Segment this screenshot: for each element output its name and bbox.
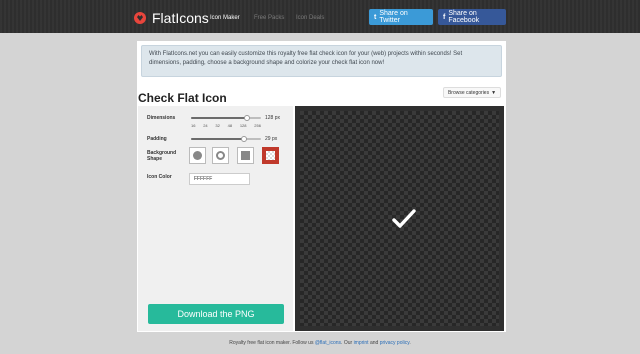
footer-imprint-link[interactable]: imprint bbox=[354, 340, 369, 346]
dimensions-tick-label: 48 bbox=[227, 123, 233, 128]
footer-text-b: . Our bbox=[341, 340, 354, 346]
share-facebook-label: Share on Facebook bbox=[448, 10, 480, 24]
padding-slider-thumb[interactable] bbox=[240, 136, 247, 142]
dimensions-label: Dimensions bbox=[147, 115, 176, 121]
browse-categories-dropdown[interactable]: Browse categories ▼ bbox=[443, 87, 501, 98]
top-navigation-bar: FlatIcons Icon Maker Free Packs Icon Dea… bbox=[0, 0, 640, 33]
shape-circle-option[interactable] bbox=[189, 147, 206, 164]
shape-none-option[interactable] bbox=[262, 147, 279, 164]
footer-privacy-link[interactable]: privacy policy bbox=[380, 340, 410, 346]
square-shape-icon bbox=[241, 151, 250, 160]
nav-icon-maker[interactable]: Icon Maker bbox=[210, 15, 240, 21]
background-shape-label-line-2: Shape bbox=[147, 156, 163, 162]
share-facebook-button[interactable]: f Share on Facebook bbox=[438, 9, 506, 25]
icon-color-label: Icon Color bbox=[147, 174, 172, 180]
main-container: With FlatIcons.net you can easily custom… bbox=[137, 41, 506, 332]
dimensions-tick-label: 24 bbox=[203, 123, 208, 128]
shape-circle-outline-option[interactable] bbox=[212, 147, 229, 164]
check-icon bbox=[392, 209, 416, 228]
transparent-checkerboard bbox=[300, 111, 499, 326]
dimensions-tick-label: 128 bbox=[239, 123, 247, 128]
dimensions-tick-label: 256 bbox=[254, 123, 261, 128]
footer-text-c: and bbox=[368, 340, 380, 346]
padding-value: 29 px bbox=[265, 136, 278, 142]
dimensions-tick-label: 16 bbox=[191, 123, 196, 128]
page-title: Check Flat Icon bbox=[138, 91, 227, 105]
share-twitter-label: Share on Twitter bbox=[379, 10, 408, 24]
circle-shape-icon bbox=[193, 151, 202, 160]
footer-text-a: Royalty free flat icon maker. Follow us bbox=[229, 340, 315, 346]
site-logo[interactable]: FlatIcons bbox=[134, 10, 209, 26]
dimensions-ticks: 16 24 32 48 128 256 bbox=[191, 123, 261, 128]
dimensions-slider-fill bbox=[191, 117, 247, 119]
padding-slider-fill bbox=[191, 138, 244, 140]
icon-color-input[interactable] bbox=[189, 173, 250, 185]
footer-twitter-link[interactable]: @flat_icons bbox=[315, 340, 341, 346]
heart-logo-icon bbox=[134, 12, 146, 24]
circle-outline-shape-icon bbox=[216, 151, 225, 160]
nav-icon-deals[interactable]: Icon Deals bbox=[296, 15, 324, 21]
twitter-icon: t bbox=[374, 13, 377, 21]
facebook-icon: f bbox=[443, 13, 446, 21]
caret-down-icon: ▼ bbox=[491, 89, 497, 96]
controls-panel: Dimensions 128 px 16 24 32 48 128 256 Padding… bbox=[138, 106, 293, 331]
dimensions-tick-label: 32 bbox=[215, 123, 220, 128]
logo-text: FlatIcons bbox=[152, 10, 209, 26]
browse-categories-label: Browse categories bbox=[447, 89, 490, 96]
download-png-button[interactable]: Download the PNG bbox=[148, 304, 284, 324]
info-notice: With FlatIcons.net you can easily custom… bbox=[141, 45, 502, 77]
padding-slider[interactable] bbox=[191, 136, 261, 142]
dimensions-slider-thumb[interactable] bbox=[244, 115, 250, 121]
share-twitter-button[interactable]: t Share on Twitter bbox=[369, 9, 433, 25]
dimensions-slider[interactable] bbox=[191, 115, 261, 121]
transparent-shape-icon bbox=[266, 151, 275, 160]
dimensions-value: 128 px bbox=[265, 115, 281, 121]
icon-preview-panel bbox=[295, 106, 504, 331]
padding-label: Padding bbox=[147, 136, 167, 142]
footer-text-d: . bbox=[409, 340, 411, 346]
nav-free-packs[interactable]: Free Packs bbox=[254, 15, 284, 21]
shape-square-option[interactable] bbox=[237, 147, 254, 164]
footer: Royalty free flat icon maker. Follow us … bbox=[0, 340, 640, 346]
